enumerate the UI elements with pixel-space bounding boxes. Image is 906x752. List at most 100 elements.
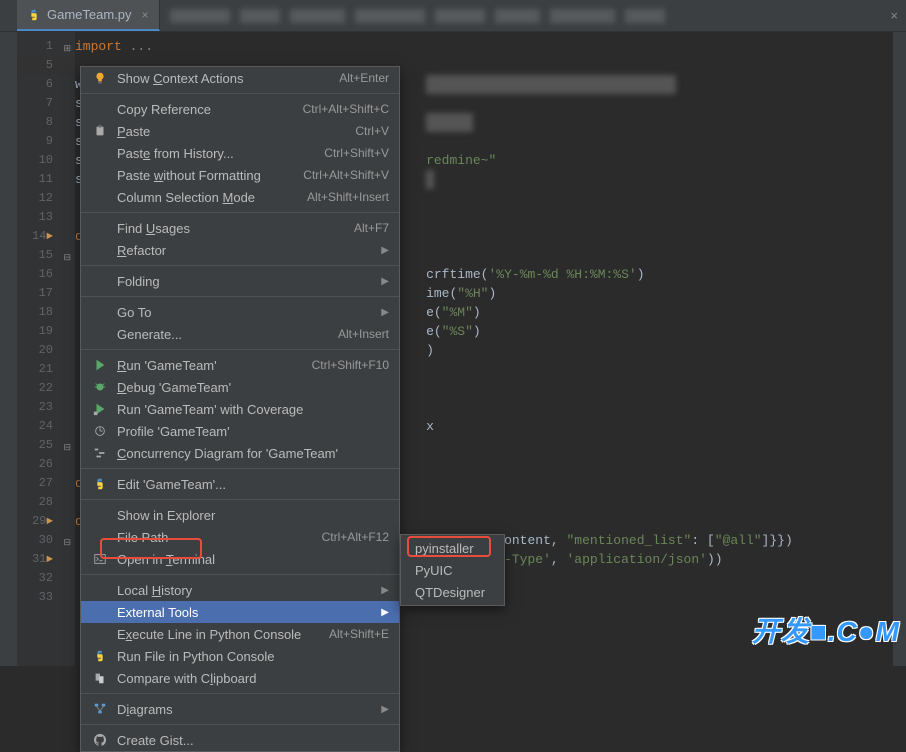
run-icon — [91, 357, 109, 373]
watermark: 开发■.C●M — [752, 610, 900, 650]
python-icon — [91, 476, 109, 492]
menu-label: Refactor — [117, 243, 375, 258]
menu-item-local-history[interactable]: Local History▶ — [81, 579, 399, 601]
concurrency-icon — [91, 445, 109, 461]
menu-shortcut: Ctrl+Alt+Shift+V — [303, 168, 389, 182]
menu-label: Open in Terminal — [117, 552, 389, 567]
submenu-item-qtdesigner[interactable]: QTDesigner — [401, 581, 504, 603]
github-icon — [91, 732, 109, 748]
menu-label: Profile 'GameTeam' — [117, 424, 389, 439]
menu-item-refactor[interactable]: Refactor ▶ — [81, 239, 399, 261]
left-gutter — [0, 32, 17, 666]
menu-item-diagrams[interactable]: Diagrams ▶ — [81, 698, 399, 720]
menu-item-paste[interactable]: PasteCtrl+V — [81, 120, 399, 142]
menu-separator — [81, 212, 399, 213]
submenu-arrow-icon: ▶ — [381, 607, 389, 618]
menu-separator — [81, 93, 399, 94]
diagram-icon — [91, 701, 109, 717]
profile-icon — [91, 423, 109, 439]
tab-blurred-area — [160, 9, 675, 23]
menu-item-run-gameteam[interactable]: Run 'GameTeam'Ctrl+Shift+F10 — [81, 354, 399, 376]
menu-label: Show Context Actions — [117, 71, 339, 86]
menu-shortcut: Alt+F7 — [354, 221, 389, 235]
menu-shortcut: Alt+Shift+E — [329, 627, 389, 641]
terminal-icon — [91, 551, 109, 567]
menu-separator — [81, 499, 399, 500]
menu-shortcut: Alt+Shift+Insert — [307, 190, 389, 204]
menu-label: Execute Line in Python Console — [117, 627, 329, 642]
context-menu: Show Context ActionsAlt+Enter Copy Refere… — [80, 66, 400, 752]
menu-shortcut: Ctrl+Shift+F10 — [312, 358, 389, 372]
close-icon[interactable]: × — [890, 8, 898, 23]
menu-item-concurrency-diagram-for-gameteam[interactable]: Concurrency Diagram for 'GameTeam' — [81, 442, 399, 464]
menu-item-run-gameteam-with-coverage[interactable]: Run 'GameTeam' with Coverage — [81, 398, 399, 420]
submenu-arrow-icon: ▶ — [381, 704, 389, 715]
scrollbar[interactable] — [893, 32, 906, 666]
menu-label: Copy Reference — [117, 102, 303, 117]
menu-separator — [81, 296, 399, 297]
menu-label: Paste from History... — [117, 146, 324, 161]
menu-item-show-in-explorer[interactable]: Show in Explorer — [81, 504, 399, 526]
blank-icon — [91, 604, 109, 620]
line-gutter: 1⊞ 5 6 7 8 9 10 11 12 13 14► 15⊟ 16 17 1… — [17, 32, 75, 666]
menu-item-generate[interactable]: Generate...Alt+Insert — [81, 323, 399, 345]
menu-label: Diagrams — [117, 702, 375, 717]
menu-item-show-context-actions[interactable]: Show Context ActionsAlt+Enter — [81, 67, 399, 89]
menu-separator — [81, 724, 399, 725]
menu-separator — [81, 349, 399, 350]
menu-item-open-in-terminal[interactable]: Open in Terminal — [81, 548, 399, 570]
menu-item-profile-gameteam[interactable]: Profile 'GameTeam' — [81, 420, 399, 442]
menu-item-edit-gameteam[interactable]: Edit 'GameTeam'... — [81, 473, 399, 495]
bulb-icon — [91, 70, 109, 86]
paste-icon — [91, 123, 109, 139]
menu-label: Debug 'GameTeam' — [117, 380, 389, 395]
blank-icon — [91, 145, 109, 161]
blank-icon — [91, 529, 109, 545]
menu-item-create-gist[interactable]: Create Gist... — [81, 729, 399, 751]
menu-item-execute-line-in-python-console[interactable]: Execute Line in Python ConsoleAlt+Shift+… — [81, 623, 399, 645]
menu-label: Folding — [117, 274, 375, 289]
menu-item-file-path[interactable]: File PathCtrl+Alt+F12 — [81, 526, 399, 548]
menu-label: Go To — [117, 305, 375, 320]
menu-item-run-file-in-python-console[interactable]: Run File in Python Console — [81, 645, 399, 667]
submenu-item-pyinstaller[interactable]: pyinstaller — [401, 537, 504, 559]
submenu-arrow-icon: ▶ — [381, 585, 389, 596]
clipboard-icon — [91, 670, 109, 686]
submenu-item-pyuic[interactable]: PyUIC — [401, 559, 504, 581]
menu-label: File Path — [117, 530, 322, 545]
blank-icon — [91, 582, 109, 598]
tab-filename: GameTeam.py — [47, 7, 132, 22]
blank-icon — [91, 242, 109, 258]
menu-label: Show in Explorer — [117, 508, 389, 523]
menu-label: Run 'GameTeam' — [117, 358, 312, 373]
menu-label: Column Selection Mode — [117, 190, 307, 205]
menu-item-go-to[interactable]: Go To▶ — [81, 301, 399, 323]
submenu-label: QTDesigner — [415, 585, 485, 600]
menu-item-paste-without-formatting[interactable]: Paste without FormattingCtrl+Alt+Shift+V — [81, 164, 399, 186]
menu-label: Concurrency Diagram for 'GameTeam' — [117, 446, 389, 461]
menu-label: Run 'GameTeam' with Coverage — [117, 402, 389, 417]
blank-icon — [91, 101, 109, 117]
menu-item-debug-gameteam[interactable]: Debug 'GameTeam' — [81, 376, 399, 398]
run-cov-icon — [91, 401, 109, 417]
menu-separator — [81, 265, 399, 266]
blank-icon — [91, 273, 109, 289]
file-tab-gameteam[interactable]: GameTeam.py × — [17, 0, 160, 31]
menu-item-column-selection-mode[interactable]: Column Selection ModeAlt+Shift+Insert — [81, 186, 399, 208]
menu-separator — [81, 574, 399, 575]
menu-separator — [81, 468, 399, 469]
tab-prefix — [0, 0, 17, 31]
menu-item-copy-reference[interactable]: Copy ReferenceCtrl+Alt+Shift+C — [81, 98, 399, 120]
menu-item-paste-from-history[interactable]: Paste from History...Ctrl+Shift+V — [81, 142, 399, 164]
menu-shortcut: Alt+Insert — [338, 327, 389, 341]
menu-item-compare-with-clipboard[interactable]: Compare with Clipboard — [81, 667, 399, 689]
tab-bar: GameTeam.py × × — [0, 0, 906, 32]
menu-item-folding[interactable]: Folding▶ — [81, 270, 399, 292]
menu-item-find-usages[interactable]: Find UsagesAlt+F7 — [81, 217, 399, 239]
tab-close-icon[interactable]: × — [142, 8, 149, 22]
submenu-label: PyUIC — [415, 563, 453, 578]
menu-shortcut: Alt+Enter — [339, 71, 389, 85]
menu-item-external-tools[interactable]: External Tools▶ — [81, 601, 399, 623]
submenu-arrow-icon: ▶ — [381, 245, 389, 256]
blank-icon — [91, 507, 109, 523]
